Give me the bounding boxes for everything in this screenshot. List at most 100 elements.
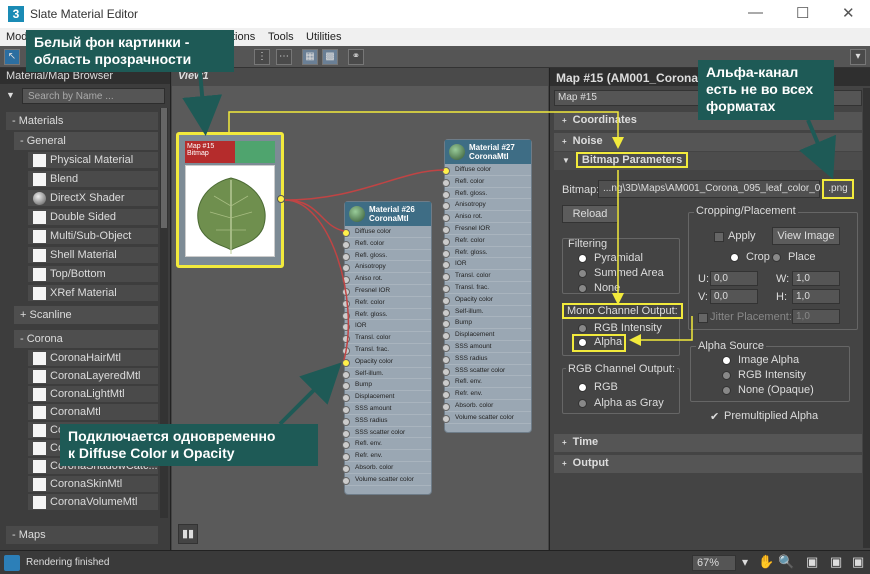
group-general[interactable]: - General [14,132,158,150]
zoom-icon[interactable]: 🔍 [778,554,794,570]
menu-modes[interactable]: Mod [6,31,27,43]
material-slot[interactable]: Refl. color [442,176,531,188]
radio-none-opaque[interactable] [722,386,731,395]
list-item[interactable]: Multi/Sub-Object [28,228,158,245]
material-slot[interactable]: Transl. color [442,270,531,282]
material-slot[interactable]: Diffuse color [442,164,531,176]
layout-icon[interactable]: ⋮ [254,49,270,65]
material-slot[interactable]: Transl. frac. [442,282,531,294]
list-item[interactable]: Shell Material [28,247,158,264]
browser-options-icon[interactable]: ▼ [6,90,15,100]
material-slot[interactable]: Aniso rot. [442,211,531,223]
v-field[interactable]: 0,0 [710,289,758,304]
list-item[interactable]: Double Sided [28,209,158,226]
list-item[interactable]: CoronaLightMtl [28,386,158,403]
zoom-selected-icon[interactable]: ▣ [852,554,864,570]
bitmap-node[interactable]: Map #15 Bitmap [176,132,285,268]
material-slot[interactable]: Displacement [342,391,431,403]
jitter-field[interactable]: 1,0 [792,309,840,324]
apply-checkbox[interactable] [714,232,724,242]
material-slot[interactable]: Refl. color [342,238,431,250]
material-slot[interactable]: SSS radius [342,415,431,427]
material-slot[interactable]: Opacity color [442,294,531,306]
radio-rgb-intensity-alpha[interactable] [722,371,731,380]
material-node-27[interactable]: Material #27 CoronaMtl Diffuse color Refl.… [442,139,532,433]
material-slot[interactable]: IOR [342,320,431,333]
material-slot[interactable]: Self-illum. [342,368,431,380]
menu-tools[interactable]: Tools [268,31,294,43]
radio-image-alpha[interactable] [722,356,731,365]
list-item[interactable]: CoronaSkinMtl [28,476,158,493]
list-item[interactable]: Physical Material [28,152,158,169]
material-slot[interactable]: Volume scatter color [342,474,431,486]
material-slot[interactable]: SSS scatter color [342,427,431,439]
material-slot[interactable]: Aniso rot. [342,273,431,285]
select-tool-icon[interactable]: ↖ [4,49,20,65]
list-item[interactable]: XRef Material [28,285,158,302]
zoom-region-icon[interactable]: ▣ [806,554,818,570]
material-slot[interactable]: Refl. env. [442,376,531,389]
list-item[interactable]: CoronaLayeredMtl [28,368,158,385]
bitmap-extension[interactable]: .png [822,179,854,199]
scrollbar-thumb[interactable] [161,108,167,228]
view-image-button[interactable]: View Image [772,227,840,245]
material-slot[interactable]: Diffuse color [342,226,431,238]
material-slot[interactable]: Absorb. color [342,462,431,474]
material-slot[interactable]: Bump [342,379,431,392]
group-maps[interactable]: - Maps [6,526,158,544]
radio-place[interactable] [772,253,781,262]
radio-summed-area[interactable] [578,269,587,278]
jitter-checkbox[interactable] [698,313,708,323]
material-slot[interactable]: Fresnel IOR [342,285,431,297]
list-item[interactable]: CoronaHairMtl [28,350,158,367]
material-slot[interactable]: SSS scatter color [442,365,531,377]
navigator-icon[interactable]: ▮▮ [178,524,198,544]
material-slot[interactable]: Refr. env. [342,450,431,462]
material-slot[interactable]: Anisotropy [442,199,531,212]
material-slot[interactable]: IOR [442,258,531,271]
show-background-icon[interactable]: ▩ [322,49,338,65]
group-corona[interactable]: - Corona [14,330,158,348]
w-field[interactable]: 1,0 [792,271,840,286]
align-icon[interactable]: ⋯ [276,49,292,65]
props-scrollbar[interactable] [863,88,870,548]
material-slot[interactable]: Anisotropy [342,261,431,274]
group-scanline[interactable]: + Scanline [14,306,158,324]
material-slot[interactable]: SSS radius [442,353,531,365]
material-slot[interactable]: Transl. frac. [342,344,431,356]
material-slot[interactable]: Refr. gloss. [342,309,431,321]
material-slot[interactable]: Refr. gloss. [442,247,531,259]
radio-pyramidal[interactable] [578,254,587,263]
list-item[interactable]: Blend [28,171,158,188]
options-icon[interactable]: ▾ [850,49,866,65]
material-slot[interactable]: SSS amount [442,341,531,353]
material-slot[interactable]: Refl. gloss. [342,250,431,262]
radio-none[interactable] [578,284,587,293]
list-item[interactable]: CoronaMtl [28,404,158,421]
zoom-field[interactable]: 67% [692,555,736,571]
material-slot[interactable]: Refl. gloss. [442,188,531,200]
list-item[interactable]: CoronaVolumeMtl [28,494,158,511]
radio-crop[interactable] [730,253,739,262]
pan-icon[interactable]: ✋ [758,554,774,570]
material-node-26[interactable]: Material #26 CoronaMtl Diffuse color Refl.… [342,201,432,495]
material-slot[interactable]: Refl. env. [342,438,431,451]
material-slot[interactable]: Displacement [442,329,531,341]
maximize-icon[interactable]: ☐ [796,4,809,22]
zoom-dropdown-icon[interactable]: ▾ [742,555,748,569]
material-slot[interactable]: Absorb. color [442,400,531,412]
rollout-time[interactable]: + Time [554,434,862,452]
u-field[interactable]: 0,0 [710,271,758,286]
material-slot[interactable]: Refr. color [342,297,431,309]
h-field[interactable]: 1,0 [792,289,840,304]
menu-options[interactable]: tions [232,31,255,43]
material-slot[interactable]: Refr. env. [442,388,531,400]
link-icon[interactable]: ⚭ [348,49,364,65]
material-slot[interactable]: Fresnel IOR [442,223,531,235]
list-item[interactable]: DirectX Shader [28,190,158,207]
premultiplied-checkbox[interactable]: ✔ [710,410,719,423]
radio-rgb-intensity[interactable] [578,324,587,333]
radio-alpha[interactable] [578,338,587,347]
rollout-output[interactable]: + Output [554,455,862,473]
material-slot[interactable]: Transl. color [342,332,431,344]
